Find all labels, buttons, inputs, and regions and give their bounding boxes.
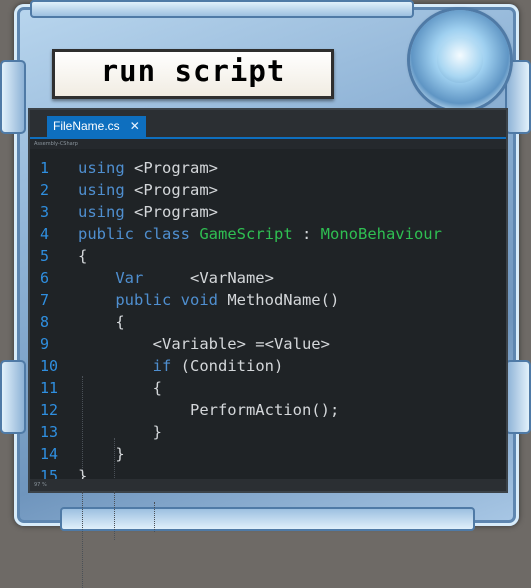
line-number: 14 xyxy=(40,445,59,463)
keyword-token: public void xyxy=(78,291,228,309)
line-number: 3 xyxy=(40,203,50,221)
knob-center xyxy=(437,37,483,83)
line-number: 4 xyxy=(40,225,50,243)
text-token: : xyxy=(292,225,321,243)
code-editor: FileName.cs ✕ Assembly-CSharp 1 using <Pr… xyxy=(28,108,508,588)
text-token: MethodName() xyxy=(227,291,340,309)
line-number: 12 xyxy=(40,401,59,419)
code-text: { xyxy=(78,245,87,267)
editor-tab-bar: FileName.cs ✕ xyxy=(30,110,506,137)
code-line[interactable]: 12 PerformAction(); xyxy=(30,399,506,421)
keyword-token: using xyxy=(78,159,125,177)
code-line[interactable]: 9 <Variable> =<Value> xyxy=(30,333,506,355)
frame-bottom-bar xyxy=(60,507,475,531)
text-token: (Condition) xyxy=(171,357,284,375)
text-token: } xyxy=(78,423,162,441)
line-number: 5 xyxy=(40,247,50,265)
status-bar: 97 % xyxy=(30,479,506,491)
zoom-level[interactable]: 97 % xyxy=(34,479,47,491)
keyword-token: using xyxy=(78,203,125,221)
navigation-bar: Assembly-CSharp xyxy=(30,139,506,149)
line-number: 13 xyxy=(40,423,59,441)
close-icon[interactable]: ✕ xyxy=(130,116,140,137)
nav-project-dropdown[interactable]: Assembly-CSharp xyxy=(34,139,78,149)
line-number: 6 xyxy=(40,269,50,287)
text-token: <Program> xyxy=(124,181,218,199)
title-plate: run script xyxy=(52,49,334,99)
keyword-token: using xyxy=(78,181,125,199)
code-line[interactable]: 2 using <Program> xyxy=(30,179,506,201)
keyword-token: public class xyxy=(78,225,200,243)
code-text: using <Program> xyxy=(78,201,218,223)
frame-right-tab-lower xyxy=(505,360,531,434)
type-token: GameScript xyxy=(199,225,293,243)
code-text: Var <VarName> xyxy=(78,267,274,289)
code-line[interactable]: 14 } xyxy=(30,443,506,465)
text-token: PerformAction(); xyxy=(78,401,340,419)
text-token: { xyxy=(78,247,88,265)
code-line[interactable]: 6 Var <VarName> xyxy=(30,267,506,289)
file-tab-label: FileName.cs xyxy=(53,119,120,133)
frame-right-tab-upper xyxy=(505,60,531,134)
code-line[interactable]: 1 using <Program> xyxy=(30,157,506,179)
code-text: public class GameScript : MonoBehaviour xyxy=(78,223,442,245)
code-text: { xyxy=(78,311,125,333)
line-number: 2 xyxy=(40,181,50,199)
code-text: <Variable> =<Value> xyxy=(78,333,330,355)
code-text: using <Program> xyxy=(78,179,218,201)
line-number: 9 xyxy=(40,335,50,353)
code-line[interactable]: 3 using <Program> xyxy=(30,201,506,223)
code-line[interactable]: 5{ xyxy=(30,245,506,267)
frame-left-tab-upper xyxy=(0,60,26,134)
title-text: run script xyxy=(100,54,286,88)
text-token: <Program> xyxy=(124,159,218,177)
code-line[interactable]: 11 { xyxy=(30,377,506,399)
code-line[interactable]: 10 if (Condition) xyxy=(30,355,506,377)
frame-top-bar xyxy=(30,0,414,18)
code-line[interactable]: 7 public void MethodName() xyxy=(30,289,506,311)
keyword-token: if xyxy=(78,357,172,375)
line-number: 1 xyxy=(40,159,50,177)
line-number: 7 xyxy=(40,291,50,309)
code-text: public void MethodName() xyxy=(78,289,339,311)
code-line[interactable]: 8 { xyxy=(30,311,506,333)
line-number: 11 xyxy=(40,379,59,397)
keyword-token: Var xyxy=(78,269,144,287)
text-token: <VarName> xyxy=(143,269,274,287)
text-token: <Program> xyxy=(124,203,218,221)
code-text: PerformAction(); xyxy=(78,399,339,421)
code-area[interactable]: 1 using <Program> 2 using <Program> 3 using <… xyxy=(30,150,506,588)
code-text: { xyxy=(78,377,162,399)
code-text: using <Program> xyxy=(78,157,218,179)
text-token: <Variable> =<Value> xyxy=(78,335,330,353)
code-text: } xyxy=(78,443,125,465)
text-token: { xyxy=(78,379,162,397)
text-token: { xyxy=(78,313,125,331)
text-token: } xyxy=(78,445,125,463)
file-tab[interactable]: FileName.cs ✕ xyxy=(47,116,146,137)
code-text: } xyxy=(78,421,162,443)
line-number: 8 xyxy=(40,313,50,331)
code-line[interactable]: 4 public class GameScript : MonoBehaviour xyxy=(30,223,506,245)
type-token: MonoBehaviour xyxy=(320,225,442,243)
code-line[interactable]: 13 } xyxy=(30,421,506,443)
indent-guide xyxy=(154,502,155,532)
line-number: 10 xyxy=(40,357,59,375)
frame-left-tab-lower xyxy=(0,360,26,434)
code-text: if (Condition) xyxy=(78,355,284,377)
frame-knob-button[interactable] xyxy=(410,10,510,110)
